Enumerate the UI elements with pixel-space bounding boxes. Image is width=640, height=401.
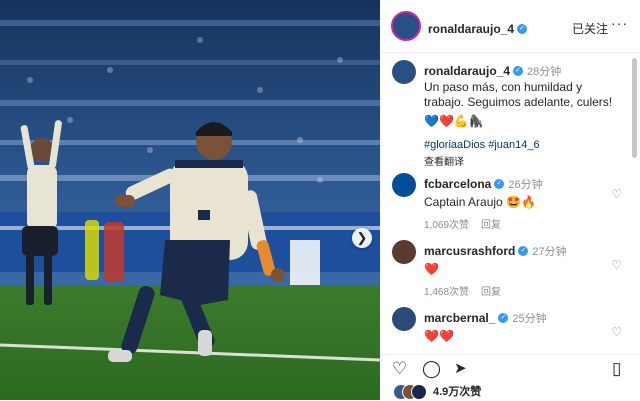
comment-text: ❤️❤️ (424, 329, 454, 343)
caption-username[interactable]: ronaldaraujo_4 (424, 64, 510, 78)
author-username[interactable]: ronaldaraujo_4 (428, 22, 514, 36)
header-username[interactable]: ronaldaraujo_4 ✓ (428, 20, 528, 38)
heart-icon[interactable]: ♡ (611, 258, 622, 272)
verified-icon: ✓ (494, 178, 505, 189)
translate-link[interactable]: 查看翻译 (424, 153, 624, 168)
comment-likes[interactable]: 1,468次赞 (424, 287, 469, 298)
caption-hashtags[interactable]: #gloriaaDios #juan14_6 (424, 139, 624, 151)
heart-icon[interactable]: ♡ (611, 187, 622, 201)
comment-username[interactable]: marcbernal_ (424, 311, 495, 325)
verified-icon: ✓ (498, 312, 509, 323)
author-avatar[interactable] (392, 60, 416, 84)
follow-status-button[interactable]: 已关注 (572, 20, 608, 37)
football-celebration-image (0, 0, 380, 400)
author-avatar[interactable] (391, 11, 421, 41)
comments-list: ronaldaraujo_4 ✓ 28分钟 Un paso más, con hum… (380, 53, 632, 353)
post-header: ronaldaraujo_4 ✓ 已关注 ··· (380, 0, 640, 53)
comments-scrollbar[interactable] (632, 58, 637, 158)
heart-icon[interactable]: ♡ (392, 359, 407, 379)
verified-icon: ✓ (513, 65, 524, 76)
comment-icon[interactable]: ◯ (422, 359, 441, 379)
verified-icon: ✓ (517, 23, 528, 34)
comment-time: 26分钟 (508, 179, 543, 191)
commenter-avatar[interactable] (392, 173, 416, 197)
commenter-avatar[interactable] (392, 307, 416, 331)
comment-username[interactable]: fcbarcelona (424, 177, 491, 191)
share-icon[interactable]: ➤ (454, 359, 467, 377)
commenter-avatar[interactable] (392, 240, 416, 264)
comment-time: 25分钟 (512, 313, 547, 325)
comment-text: ❤️ (424, 262, 439, 276)
next-arrow-icon[interactable]: ❯ (352, 228, 372, 248)
caption-emoji: 💙❤️💪🦍 (424, 114, 484, 128)
comment-username[interactable]: marcusrashford (424, 244, 515, 258)
liker-avatar (411, 384, 427, 400)
comment-likes[interactable]: 1,069次赞 (424, 220, 469, 231)
caption-time: 28分钟 (527, 66, 562, 78)
caption-text: Un paso más, con humildad y trabajo. Seg… (424, 80, 613, 109)
post-photo[interactable]: ❯ (0, 0, 380, 400)
comment-time: 27分钟 (532, 246, 567, 258)
verified-icon: ✓ (518, 245, 529, 256)
more-icon[interactable]: ··· (611, 15, 628, 31)
heart-icon[interactable]: ♡ (611, 325, 622, 339)
reply-button[interactable]: 回复 (481, 287, 501, 298)
post-side-panel: ronaldaraujo_4 ✓ 已关注 ··· ronaldaraujo_4 ✓ 2… (380, 0, 640, 400)
comment-text: Captain Araujo 🤩🔥 (424, 195, 536, 209)
likes-count[interactable]: 4.9万次赞 (433, 383, 481, 399)
reply-button[interactable]: 回复 (481, 220, 501, 231)
bookmark-icon[interactable]: ▯ (612, 359, 621, 379)
